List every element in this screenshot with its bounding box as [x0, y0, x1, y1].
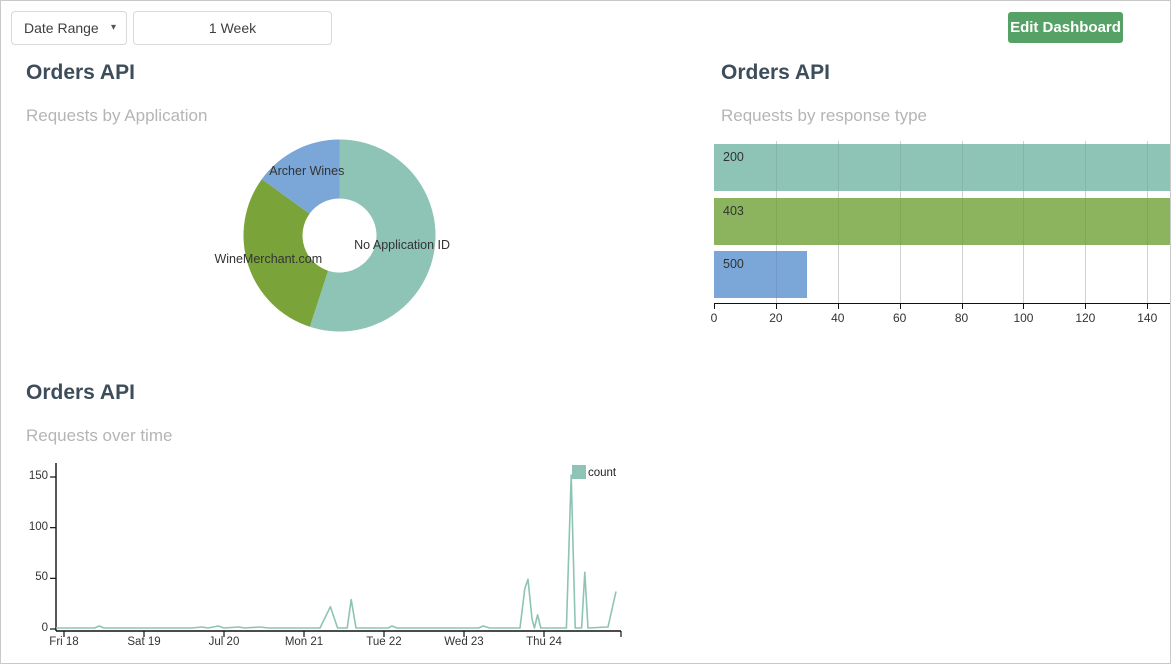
panel-title-over-time: Orders API [26, 381, 135, 405]
x-tick-label: Fri 18 [32, 636, 96, 648]
period-label: 1 Week [209, 20, 256, 36]
gridline-overlay [1147, 141, 1148, 303]
date-range-label: Date Range [24, 20, 99, 36]
count-series-line [56, 475, 616, 628]
x-tick-label: 120 [1065, 311, 1105, 325]
gridline-overlay [1023, 141, 1024, 303]
response-type-bar-chart[interactable]: 200403500020406080100120140 [714, 141, 1171, 304]
x-tick-label: Wed 23 [432, 636, 496, 648]
x-tick-label: 0 [694, 311, 734, 325]
panel-title-response-types: Orders API [721, 61, 830, 85]
x-axis-tick [838, 304, 839, 309]
panel-subtitle-response-types: Requests by response type [721, 106, 927, 126]
gridline-overlay [838, 141, 839, 303]
legend-swatch-count [572, 465, 586, 479]
x-tick-label: 40 [818, 311, 858, 325]
line-chart-svg [46, 461, 626, 639]
caret-down-icon: ▾ [111, 23, 116, 33]
x-tick-label: Sat 19 [112, 636, 176, 648]
line-chart-legend: count [572, 465, 616, 479]
donut-chart[interactable]: No Application IDWineMerchant.comArcher … [242, 138, 437, 333]
y-tick-label: 50 [26, 571, 48, 583]
x-tick-label: 20 [756, 311, 796, 325]
bar-label-403: 403 [723, 204, 744, 218]
bar-label-200: 200 [723, 150, 744, 164]
x-tick-label: Thu 24 [512, 636, 576, 648]
x-axis-tick [714, 304, 715, 309]
bar-403[interactable]: 403 [714, 198, 1171, 245]
x-axis-tick [1147, 304, 1148, 309]
x-tick-label: 140 [1127, 311, 1167, 325]
x-axis-tick [776, 304, 777, 309]
panel-subtitle-over-time: Requests over time [26, 426, 172, 446]
bar-200[interactable]: 200 [714, 144, 1171, 191]
date-range-select[interactable]: Date Range ▾ [11, 11, 127, 45]
legend-label-count: count [588, 467, 616, 479]
y-tick-label: 0 [26, 622, 48, 634]
period-button[interactable]: 1 Week [133, 11, 332, 45]
panel-subtitle-applications: Requests by Application [26, 106, 207, 126]
bar-label-500: 500 [723, 257, 744, 271]
x-tick-label: 60 [880, 311, 920, 325]
requests-over-time-chart[interactable]: count 0 50 100 150 Fri 18 Sat 19 Jul 20 Mon 21 T… [26, 461, 632, 661]
gridline-overlay [1085, 141, 1086, 303]
y-tick-label: 100 [26, 521, 48, 533]
gridline-overlay [900, 141, 901, 303]
edit-dashboard-button[interactable]: Edit Dashboard [1008, 12, 1123, 43]
dashboard-page: Date Range ▾ 1 Week Edit Dashboard Order… [0, 0, 1171, 664]
toolbar: Date Range ▾ 1 Week Edit Dashboard [1, 1, 1170, 53]
gridline-overlay [962, 141, 963, 303]
bar-500[interactable]: 500 [714, 251, 807, 298]
panel-title-applications: Orders API [26, 61, 135, 85]
x-axis-tick [1023, 304, 1024, 309]
x-tick-label: Tue 22 [352, 636, 416, 648]
donut-chart-svg [242, 138, 437, 333]
gridline-overlay [776, 141, 777, 303]
x-tick-label: 100 [1003, 311, 1043, 325]
x-axis-tick [962, 304, 963, 309]
x-axis-tick [1085, 304, 1086, 309]
x-tick-label: Jul 20 [192, 636, 256, 648]
y-tick-label: 150 [26, 470, 48, 482]
x-tick-label: Mon 21 [272, 636, 336, 648]
x-axis-tick [900, 304, 901, 309]
x-tick-label: 80 [942, 311, 982, 325]
